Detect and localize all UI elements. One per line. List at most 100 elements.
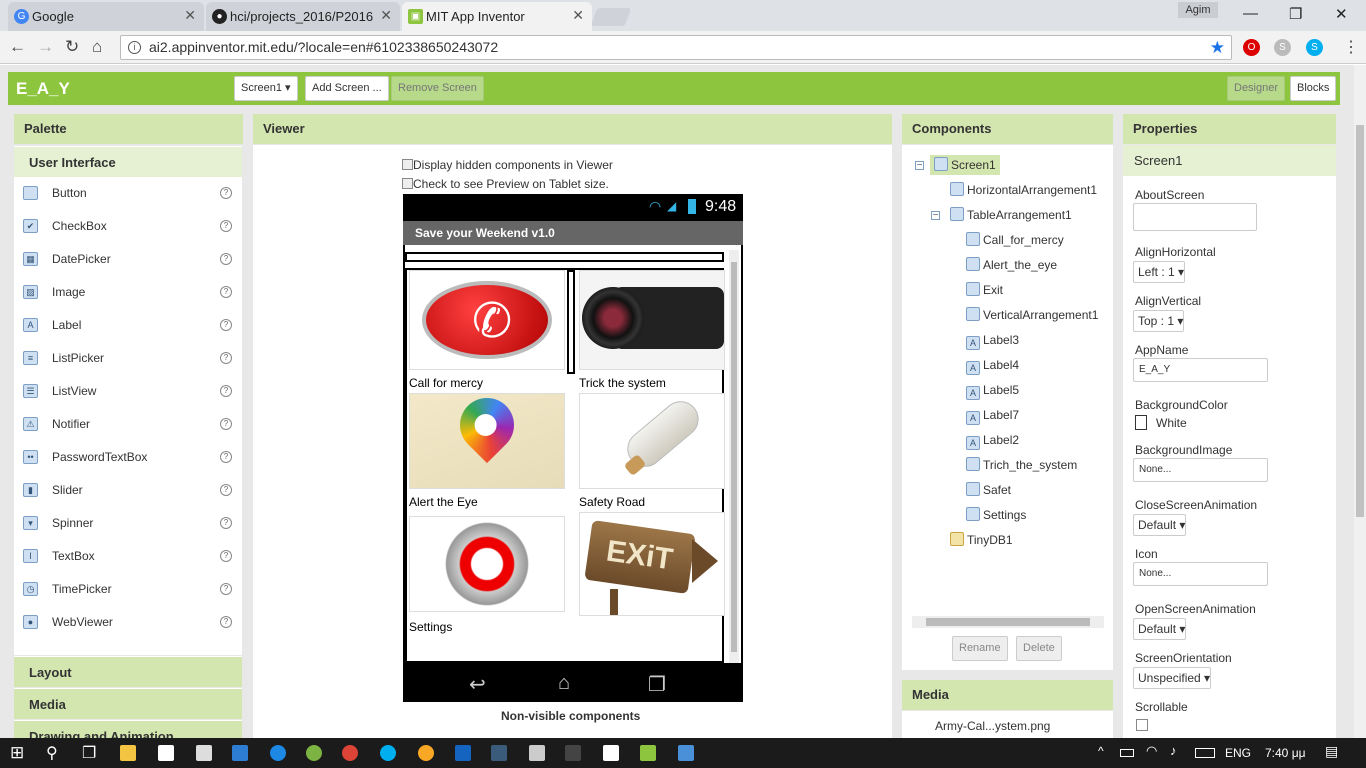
profile-badge[interactable]: Agim bbox=[1178, 2, 1218, 18]
tree-node-label4[interactable]: A Label4 bbox=[966, 355, 1019, 375]
help-icon[interactable]: ? bbox=[220, 484, 232, 496]
help-icon[interactable]: ? bbox=[220, 352, 232, 364]
vertical-arrangement[interactable] bbox=[567, 270, 575, 374]
search-icon[interactable]: ⚲ bbox=[46, 743, 58, 763]
recents-nav-icon[interactable]: ❐ bbox=[648, 672, 666, 697]
palette-item-spinner[interactable]: ▾ Spinner? bbox=[14, 507, 242, 540]
designer-button[interactable]: Designer bbox=[1227, 76, 1286, 101]
tree-node-settings[interactable]: Settings bbox=[966, 505, 1026, 525]
language-indicator[interactable]: ENG bbox=[1225, 746, 1251, 760]
palette-item-listview[interactable]: ☰ ListView? bbox=[14, 375, 242, 408]
page-scrollbar-thumb[interactable] bbox=[1356, 125, 1364, 517]
new-tab-button[interactable] bbox=[590, 8, 632, 26]
tree-node-exit[interactable]: Exit bbox=[966, 280, 1003, 300]
tree-node-alert_the_eye[interactable]: Alert_the_eye bbox=[966, 255, 1057, 275]
home-nav-icon[interactable]: ⌂ bbox=[558, 672, 570, 695]
skype-taskbar-icon[interactable] bbox=[380, 745, 396, 761]
hidden-components-checkbox[interactable] bbox=[402, 159, 413, 170]
tree-node-label2[interactable]: A Label2 bbox=[966, 430, 1019, 450]
align-vertical-dropdown[interactable]: Top : 1 ▾ bbox=[1133, 310, 1185, 332]
help-icon[interactable]: ? bbox=[220, 517, 232, 529]
app-name-input[interactable]: E_A_Y bbox=[1133, 358, 1268, 382]
exit-image[interactable]: EXiT bbox=[579, 512, 725, 616]
forward-icon[interactable]: → bbox=[37, 37, 54, 57]
taskbar-clock[interactable]: 7:40 μμ bbox=[1265, 746, 1306, 760]
tray-arrow-icon[interactable]: ^ bbox=[1098, 744, 1104, 758]
alert-the-eye-image[interactable] bbox=[409, 393, 565, 489]
tree-node-verticalarrangement1[interactable]: VerticalArrangement1 bbox=[966, 305, 1098, 325]
skype-gray-icon[interactable]: S bbox=[1274, 39, 1291, 56]
safety-road-image[interactable] bbox=[579, 393, 725, 489]
palette-item-textbox[interactable]: I TextBox? bbox=[14, 540, 242, 573]
palette-item-notifier[interactable]: ⚠ Notifier? bbox=[14, 408, 242, 441]
palette-item-checkbox[interactable]: ✔ CheckBox? bbox=[14, 210, 242, 243]
help-icon[interactable]: ? bbox=[220, 451, 232, 463]
components-hscrollbar[interactable] bbox=[912, 616, 1104, 628]
remove-screen-button[interactable]: Remove Screen bbox=[391, 76, 484, 101]
media-player-icon[interactable] bbox=[418, 745, 434, 761]
notifications-icon[interactable]: ▤ bbox=[1325, 743, 1338, 760]
page-scrollbar[interactable] bbox=[1354, 65, 1366, 738]
edge-icon[interactable] bbox=[270, 745, 286, 761]
tree-node-call_for_mercy[interactable]: Call_for_mercy bbox=[966, 230, 1064, 250]
palette-item-datepicker[interactable]: ▦ DatePicker? bbox=[14, 243, 242, 276]
skype-icon[interactable]: S bbox=[1306, 39, 1323, 56]
reload-icon[interactable]: ↻ bbox=[65, 37, 79, 57]
help-icon[interactable]: ? bbox=[220, 616, 232, 628]
background-image-picker[interactable]: None... bbox=[1133, 458, 1268, 482]
delete-button[interactable]: Delete bbox=[1016, 636, 1062, 661]
tab-github[interactable]: ● hci/projects_2016/P2016 ✕ bbox=[206, 2, 400, 31]
palette-item-label[interactable]: A Label? bbox=[14, 309, 242, 342]
close-window-icon[interactable]: ✕ bbox=[1335, 5, 1348, 23]
minimize-icon[interactable]: — bbox=[1243, 5, 1258, 22]
palette-item-passwordtextbox[interactable]: •• PasswordTextBox? bbox=[14, 441, 242, 474]
windows-start-icon[interactable]: ⊞ bbox=[10, 743, 24, 763]
tree-node-label5[interactable]: A Label5 bbox=[966, 380, 1019, 400]
tree-node-screen1[interactable]: Screen1 bbox=[930, 155, 1000, 175]
help-icon[interactable]: ? bbox=[220, 253, 232, 265]
help-icon[interactable]: ? bbox=[220, 418, 232, 430]
home-icon[interactable]: ⌂ bbox=[92, 37, 102, 57]
tree-node-tablearrangement1[interactable]: TableArrangement1 bbox=[950, 205, 1072, 225]
color-swatch[interactable] bbox=[1135, 415, 1147, 430]
category-media[interactable]: Media bbox=[14, 688, 242, 719]
document-icon[interactable] bbox=[603, 745, 619, 761]
add-screen-button[interactable]: Add Screen ... bbox=[305, 76, 389, 101]
wifi-tray-icon[interactable]: ◠ bbox=[1146, 743, 1157, 759]
tree-node-safet[interactable]: Safet bbox=[966, 480, 1011, 500]
category-layout[interactable]: Layout bbox=[14, 656, 242, 687]
components-hscroll-thumb[interactable] bbox=[926, 618, 1090, 626]
task-view-icon[interactable]: ❐ bbox=[82, 743, 96, 763]
open-animation-dropdown[interactable]: Default ▾ bbox=[1133, 618, 1187, 640]
phone-scrollbar[interactable] bbox=[729, 250, 739, 663]
tab-google[interactable]: G Google ✕ bbox=[8, 2, 204, 31]
image-viewer-icon[interactable] bbox=[640, 745, 656, 761]
palette-item-slider[interactable]: ▮ Slider? bbox=[14, 474, 242, 507]
palette-item-button[interactable]: Button? bbox=[14, 177, 242, 210]
utorrent-icon[interactable] bbox=[306, 745, 322, 761]
blocks-button[interactable]: Blocks bbox=[1290, 76, 1337, 101]
notepad-icon[interactable] bbox=[158, 745, 174, 761]
app-icon-a[interactable] bbox=[196, 745, 212, 761]
help-icon[interactable]: ? bbox=[220, 187, 232, 199]
chrome-icon[interactable] bbox=[342, 745, 358, 761]
lightroom-icon[interactable] bbox=[491, 745, 507, 761]
palette-item-listpicker[interactable]: ≡ ListPicker? bbox=[14, 342, 242, 375]
scrollable-checkbox[interactable] bbox=[1136, 719, 1148, 731]
app-icon-d[interactable] bbox=[565, 745, 581, 761]
tree-node-trich_the_system[interactable]: Trich_the_system bbox=[966, 455, 1077, 475]
tablet-preview-checkbox[interactable] bbox=[402, 178, 413, 189]
file-explorer-icon[interactable] bbox=[120, 745, 136, 761]
volume-icon[interactable]: ♪ bbox=[1170, 743, 1177, 758]
collapse-screen1-toggle[interactable]: − bbox=[915, 161, 924, 171]
trick-the-system-image[interactable] bbox=[579, 270, 725, 370]
tree-node-label3[interactable]: A Label3 bbox=[966, 330, 1019, 350]
horizontal-arrangement[interactable] bbox=[405, 252, 724, 262]
icon-picker[interactable]: None... bbox=[1133, 562, 1268, 586]
app-icon-c[interactable] bbox=[529, 745, 545, 761]
back-nav-icon[interactable]: ↩ bbox=[469, 672, 486, 697]
menu-icon[interactable]: ⋮ bbox=[1343, 37, 1359, 57]
help-icon[interactable]: ? bbox=[220, 583, 232, 595]
palette-item-timepicker[interactable]: ◷ TimePicker? bbox=[14, 573, 242, 606]
monitor-icon[interactable] bbox=[232, 745, 248, 761]
